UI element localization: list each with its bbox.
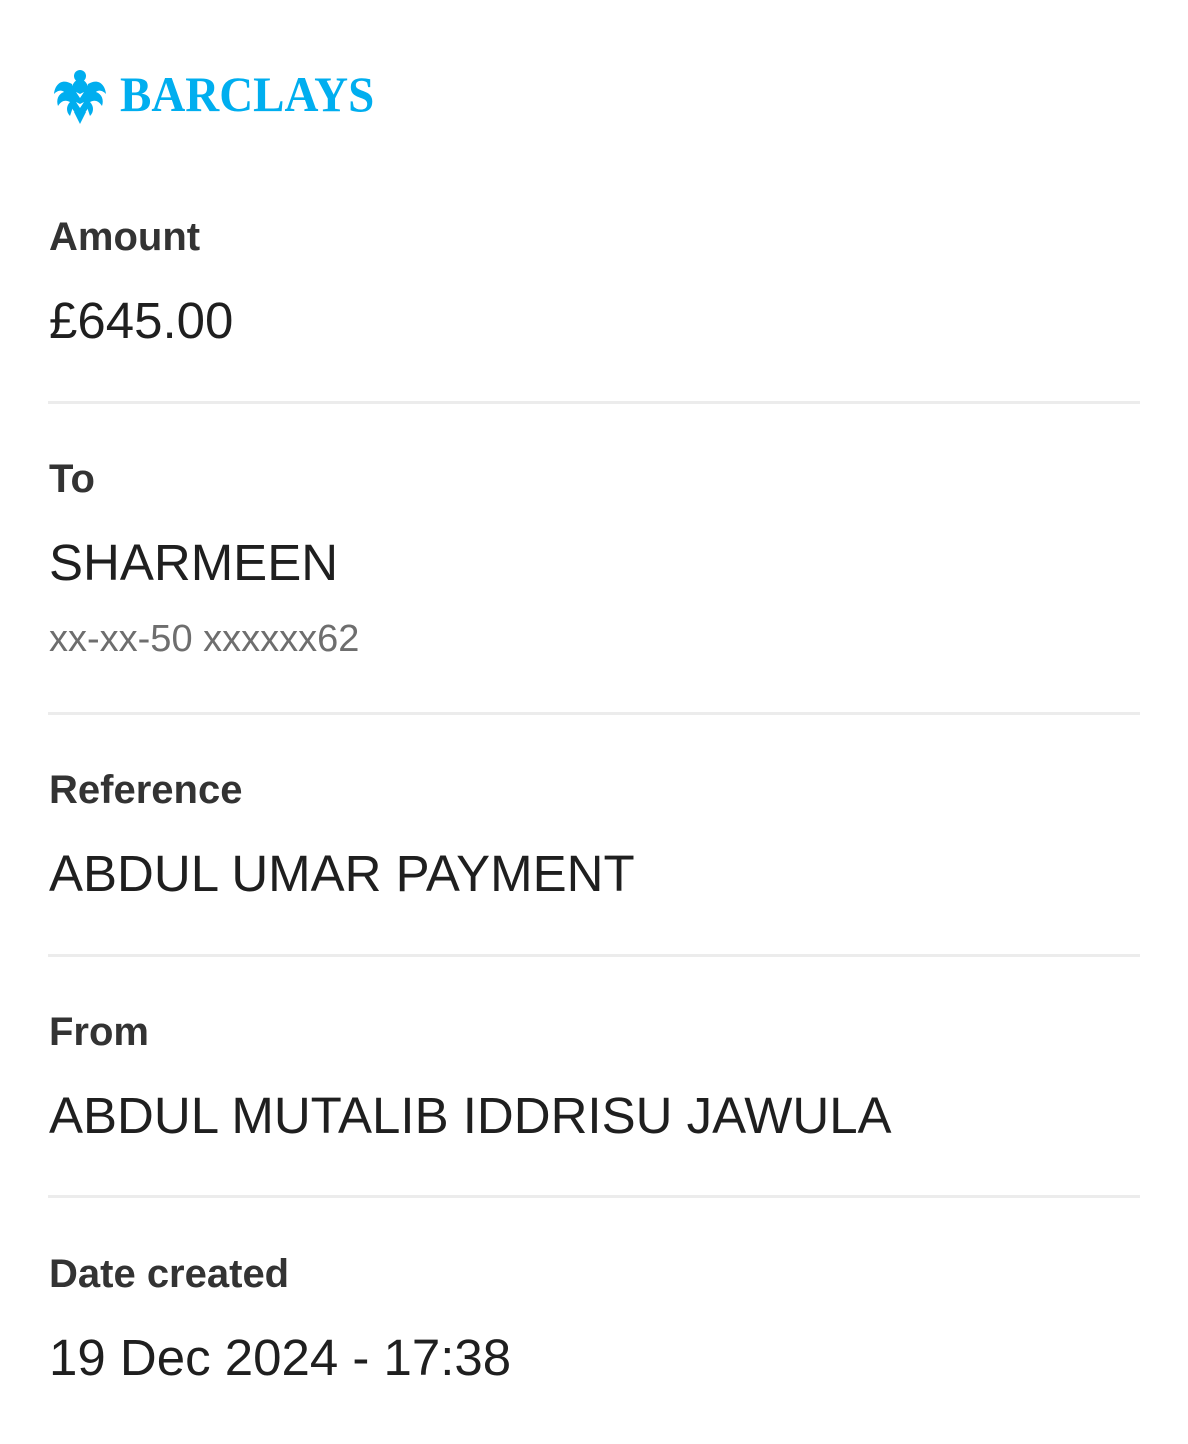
recipient-name: SHARMEEN (49, 534, 339, 591)
date-created-value: 19 Dec 2024 - 17:38 (49, 1329, 512, 1386)
from-label: From (49, 1010, 149, 1054)
recipient-account-number: xx-xx-50 xxxxxx62 (49, 618, 360, 660)
divider (48, 1195, 1140, 1198)
eagle-logo-icon (54, 70, 106, 124)
divider (48, 401, 1140, 404)
divider (48, 712, 1140, 715)
amount-label: Amount (49, 215, 201, 259)
brand-name: BARCLAYS (120, 66, 375, 122)
reference-value: ABDUL UMAR PAYMENT (49, 845, 635, 902)
barclays-logo: BARCLAYS (52, 62, 390, 126)
from-value: ABDUL MUTALIB IDDRISU JAWULA (49, 1087, 892, 1144)
reference-label: Reference (49, 768, 243, 812)
to-label: To (49, 457, 95, 501)
date-created-label: Date created (49, 1252, 290, 1296)
amount-value: £645.00 (49, 292, 234, 349)
divider (48, 954, 1140, 957)
